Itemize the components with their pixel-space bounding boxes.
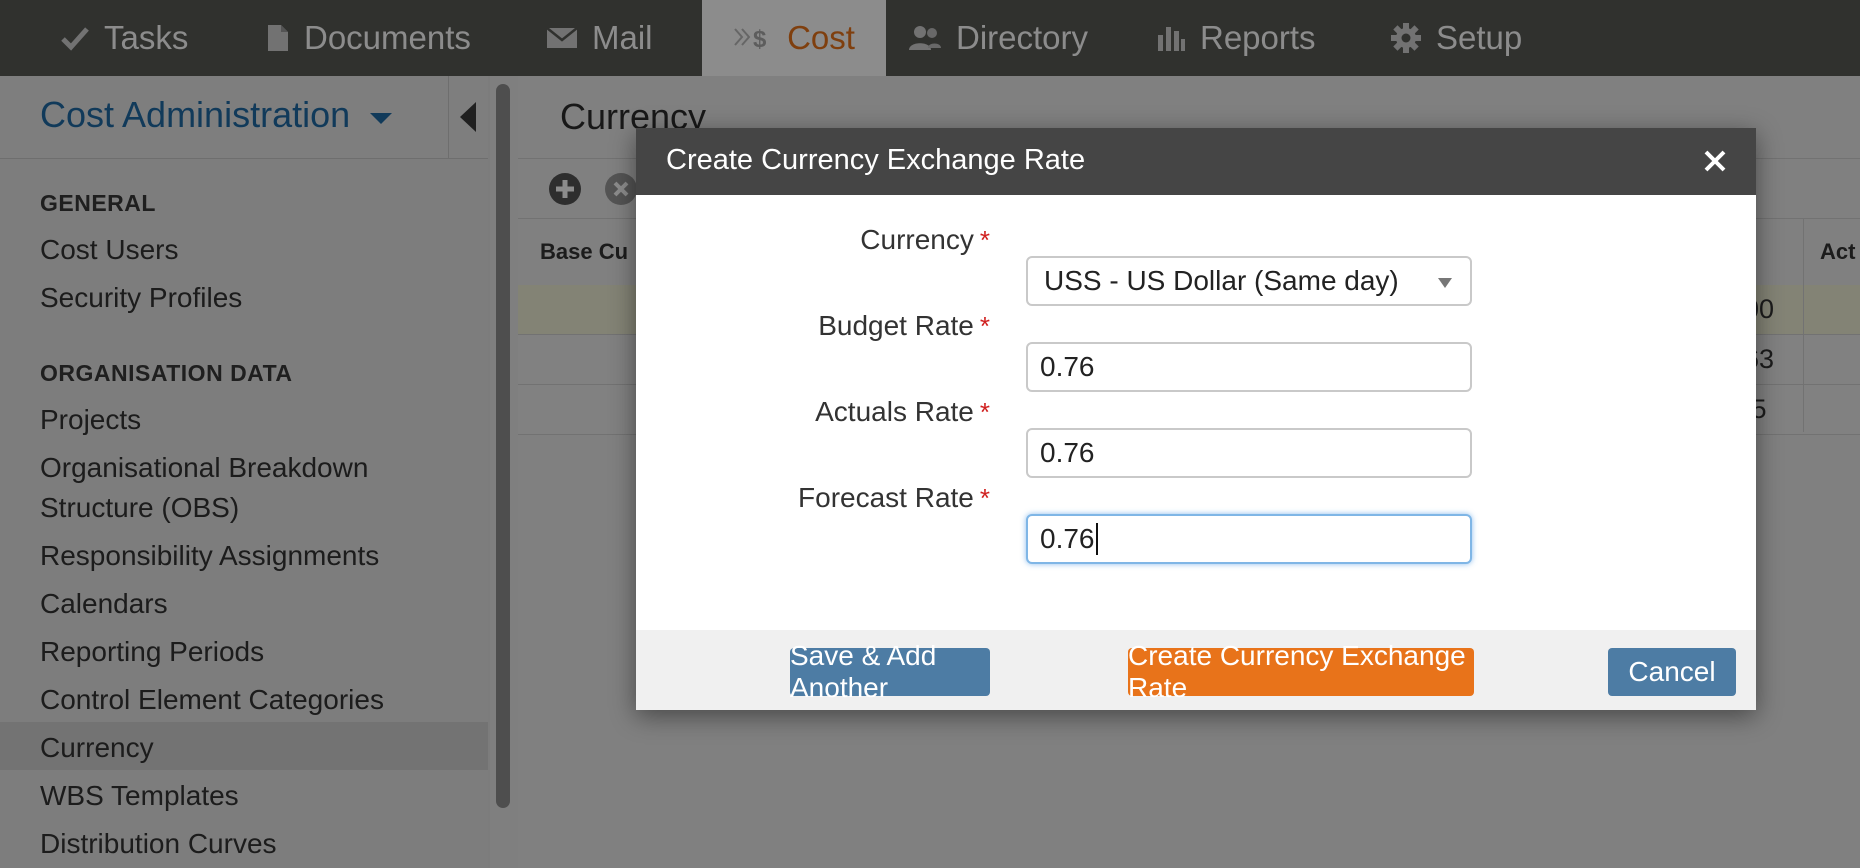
budget-rate-label: Budget Rate * (818, 310, 990, 342)
field-label-text: Budget Rate (818, 310, 974, 341)
close-icon[interactable] (1700, 146, 1730, 176)
input-value: 0.76 (1040, 437, 1095, 468)
input-value: 0.76 (1040, 351, 1095, 382)
budget-rate-input[interactable]: 0.76 (1026, 342, 1472, 392)
dropdown-arrow-icon (1438, 278, 1452, 288)
input-value: 0.76 (1040, 523, 1095, 554)
required-marker: * (979, 483, 990, 513)
currency-select[interactable]: USS - US Dollar (Same day) (1026, 256, 1472, 306)
field-label-text: Currency (860, 224, 974, 255)
dialog-footer: Save & Add Another Create Currency Excha… (636, 630, 1756, 710)
save-and-add-another-button[interactable]: Save & Add Another (790, 640, 990, 703)
create-currency-exchange-rate-button[interactable]: Create Currency Exchange Rate (1128, 640, 1474, 703)
actuals-rate-label: Actuals Rate * (815, 396, 990, 428)
currency-select-value: USS - US Dollar (Same day) (1044, 265, 1399, 296)
currency-label: Currency * (860, 224, 990, 256)
required-marker: * (979, 311, 990, 341)
forecast-rate-label: Forecast Rate * (798, 482, 990, 514)
required-marker: * (979, 397, 990, 427)
forecast-rate-input[interactable]: 0.76 (1026, 514, 1472, 564)
field-label-text: Forecast Rate (798, 482, 974, 513)
text-cursor (1095, 523, 1098, 555)
dialog-title: Create Currency Exchange Rate (666, 144, 1086, 176)
required-marker: * (979, 225, 990, 255)
dialog-header: Create Currency Exchange Rate (636, 128, 1756, 195)
field-label-text: Actuals Rate (815, 396, 974, 427)
create-currency-exchange-rate-dialog: Create Currency Exchange Rate Currency * … (636, 128, 1756, 710)
actuals-rate-input[interactable]: 0.76 (1026, 428, 1472, 478)
cancel-button[interactable]: Cancel (1608, 648, 1736, 696)
